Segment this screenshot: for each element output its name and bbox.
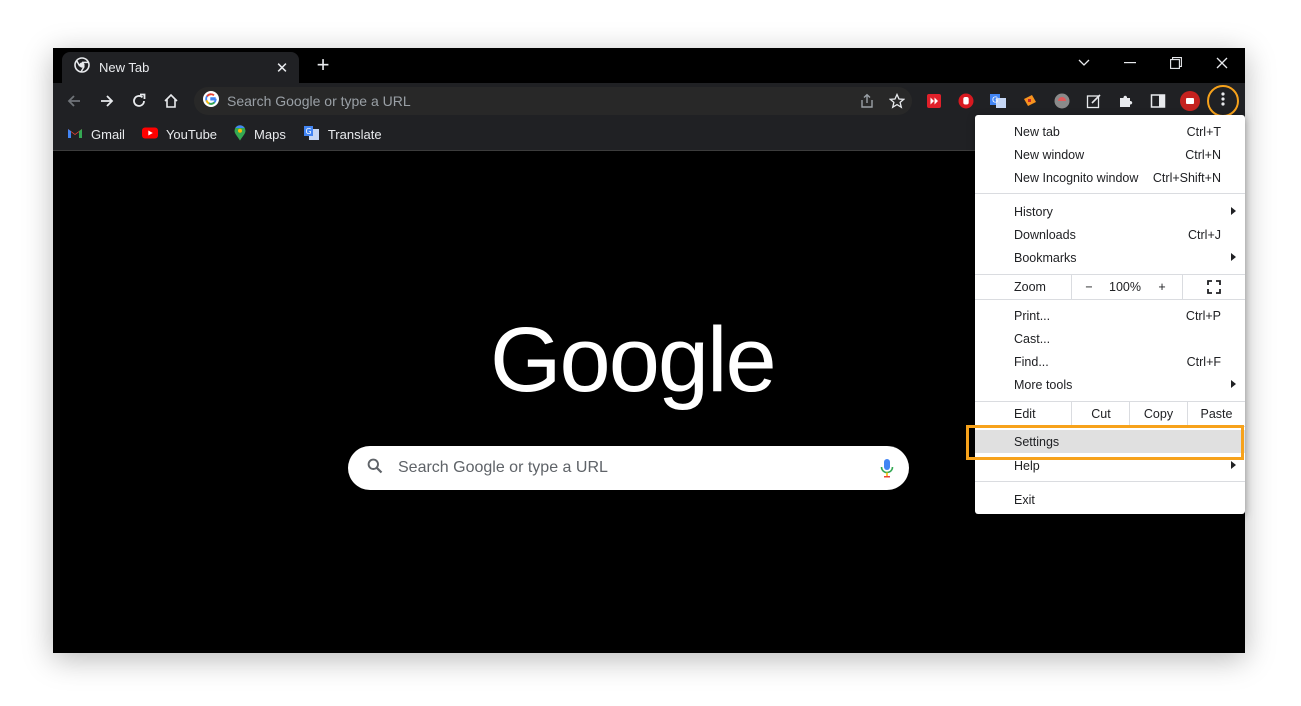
- address-bar-placeholder: Search Google or type a URL: [227, 93, 411, 109]
- menu-item-print[interactable]: Print... Ctrl+P: [975, 304, 1245, 327]
- microphone-icon[interactable]: [865, 458, 909, 478]
- menu-item-label: History: [1014, 204, 1053, 219]
- extensions-puzzle-icon[interactable]: [1116, 91, 1136, 111]
- menu-item-label: Exit: [1014, 492, 1035, 507]
- paste-button[interactable]: Paste: [1188, 402, 1245, 426]
- menu-item-shortcut: Ctrl+Shift+N: [1152, 170, 1221, 185]
- side-panel-icon[interactable]: [1148, 91, 1168, 111]
- extension-translate-icon[interactable]: G: [988, 91, 1008, 111]
- menu-item-more-tools[interactable]: More tools: [975, 373, 1245, 396]
- menu-item-shortcut: Ctrl+F: [1186, 354, 1221, 369]
- menu-item-shortcut: Ctrl+T: [1186, 124, 1221, 139]
- menu-item-label: Print...: [1014, 308, 1051, 323]
- tab-search-chevron-icon[interactable]: [1061, 48, 1107, 78]
- submenu-arrow-icon: [1231, 207, 1236, 215]
- restore-icon[interactable]: [1153, 48, 1199, 78]
- submenu-arrow-icon: [1231, 253, 1236, 261]
- settings-callout-box: [966, 425, 1244, 460]
- copy-button[interactable]: Copy: [1130, 402, 1187, 426]
- svg-text:G: G: [305, 127, 311, 136]
- bookmark-maps[interactable]: Maps: [234, 125, 286, 144]
- menu-edit-row: Edit Cut Copy Paste: [975, 402, 1245, 426]
- menu-separator: [975, 193, 1245, 194]
- menu-item-label: Bookmarks: [1014, 250, 1077, 265]
- menu-separator: [975, 481, 1245, 482]
- chrome-tab-icon: [74, 57, 90, 78]
- fullscreen-icon[interactable]: [1183, 275, 1245, 299]
- menu-item-shortcut: Ctrl+P: [1185, 308, 1221, 323]
- menu-item-label: New Incognito window: [1014, 170, 1139, 185]
- search-placeholder: Search Google or type a URL: [398, 459, 608, 476]
- menu-item-new-tab[interactable]: New tab Ctrl+T: [975, 120, 1245, 143]
- bookmark-label: Gmail: [91, 127, 125, 142]
- submenu-arrow-icon: [1231, 380, 1236, 388]
- gmail-icon: [67, 127, 83, 142]
- search-box[interactable]: Search Google or type a URL: [348, 446, 909, 490]
- zoom-in-button[interactable]: +: [1144, 275, 1180, 299]
- tab-new-tab[interactable]: New Tab ✕: [62, 52, 299, 83]
- menu-zoom-row: Zoom − 100% +: [975, 275, 1245, 299]
- back-icon[interactable]: [61, 88, 87, 114]
- toolbar: Search Google or type a URL G: [53, 83, 1245, 119]
- tab-close-icon[interactable]: ✕: [271, 59, 293, 77]
- bookmark-gmail[interactable]: Gmail: [67, 127, 125, 142]
- share-icon[interactable]: [852, 87, 882, 115]
- edit-label: Edit: [1014, 407, 1036, 421]
- menu-item-label: New window: [1014, 147, 1085, 162]
- extension-edit-icon[interactable]: [1084, 91, 1104, 111]
- menu-item-label: Help: [1014, 458, 1040, 473]
- bookmark-translate[interactable]: G Translate: [303, 125, 382, 144]
- search-icon: [367, 458, 383, 479]
- reload-icon[interactable]: [126, 88, 152, 114]
- menu-item-label: Find...: [1014, 354, 1049, 369]
- submenu-arrow-icon: [1231, 461, 1236, 469]
- menu-item-cast[interactable]: Cast...: [975, 327, 1245, 350]
- extension-ticket-icon[interactable]: [1020, 91, 1040, 111]
- extension-gray-circle-icon[interactable]: [1052, 91, 1072, 111]
- new-tab-button[interactable]: +: [311, 54, 335, 78]
- zoom-label: Zoom: [1014, 280, 1046, 294]
- menu-item-exit[interactable]: Exit: [975, 488, 1245, 511]
- bookmark-youtube[interactable]: YouTube: [141, 127, 218, 142]
- svg-text:G: G: [992, 96, 998, 105]
- menu-item-label: Cast...: [1014, 331, 1051, 346]
- extension-red-play-icon[interactable]: [924, 91, 944, 111]
- menu-item-shortcut: Ctrl+J: [1188, 227, 1221, 242]
- google-g-icon: [203, 90, 219, 112]
- menu-item-find[interactable]: Find... Ctrl+F: [975, 350, 1245, 373]
- menu-item-history[interactable]: History: [975, 200, 1245, 223]
- menu-item-new-window[interactable]: New window Ctrl+N: [975, 143, 1245, 166]
- menu-item-label: Downloads: [1014, 227, 1076, 242]
- minimize-icon[interactable]: [1107, 48, 1153, 78]
- three-dots-vertical-icon: [1221, 91, 1225, 111]
- profile-avatar[interactable]: [1180, 91, 1200, 111]
- menu-item-label: More tools: [1014, 377, 1073, 392]
- forward-icon[interactable]: [94, 88, 120, 114]
- tab-title: New Tab: [99, 60, 150, 75]
- star-icon[interactable]: [882, 87, 912, 115]
- google-logo: Google: [490, 309, 777, 411]
- home-icon[interactable]: [158, 88, 184, 114]
- menu-item-label: New tab: [1014, 124, 1060, 139]
- menu-item-bookmarks[interactable]: Bookmarks: [975, 246, 1245, 269]
- menu-item-downloads[interactable]: Downloads Ctrl+J: [975, 223, 1245, 246]
- tab-strip: New Tab ✕ +: [53, 48, 1245, 83]
- youtube-icon: [141, 127, 158, 142]
- zoom-out-button[interactable]: −: [1072, 275, 1106, 299]
- chrome-menu-button[interactable]: [1207, 85, 1239, 117]
- translate-icon: G: [303, 125, 320, 144]
- close-window-icon[interactable]: [1199, 48, 1245, 78]
- extension-stop-hand-icon[interactable]: [956, 91, 976, 111]
- bookmark-label: YouTube: [165, 127, 218, 142]
- maps-pin-icon: [234, 125, 246, 144]
- menu-item-shortcut: Ctrl+N: [1185, 147, 1221, 162]
- cut-button[interactable]: Cut: [1072, 402, 1130, 426]
- menu-separator: [975, 299, 1245, 300]
- bookmark-label: Maps: [254, 127, 286, 142]
- zoom-level: 100%: [1109, 280, 1141, 294]
- address-bar[interactable]: Search Google or type a URL: [194, 87, 912, 115]
- bookmark-label: Translate: [327, 127, 382, 142]
- menu-item-new-incognito-window[interactable]: New Incognito window Ctrl+Shift+N: [975, 166, 1245, 189]
